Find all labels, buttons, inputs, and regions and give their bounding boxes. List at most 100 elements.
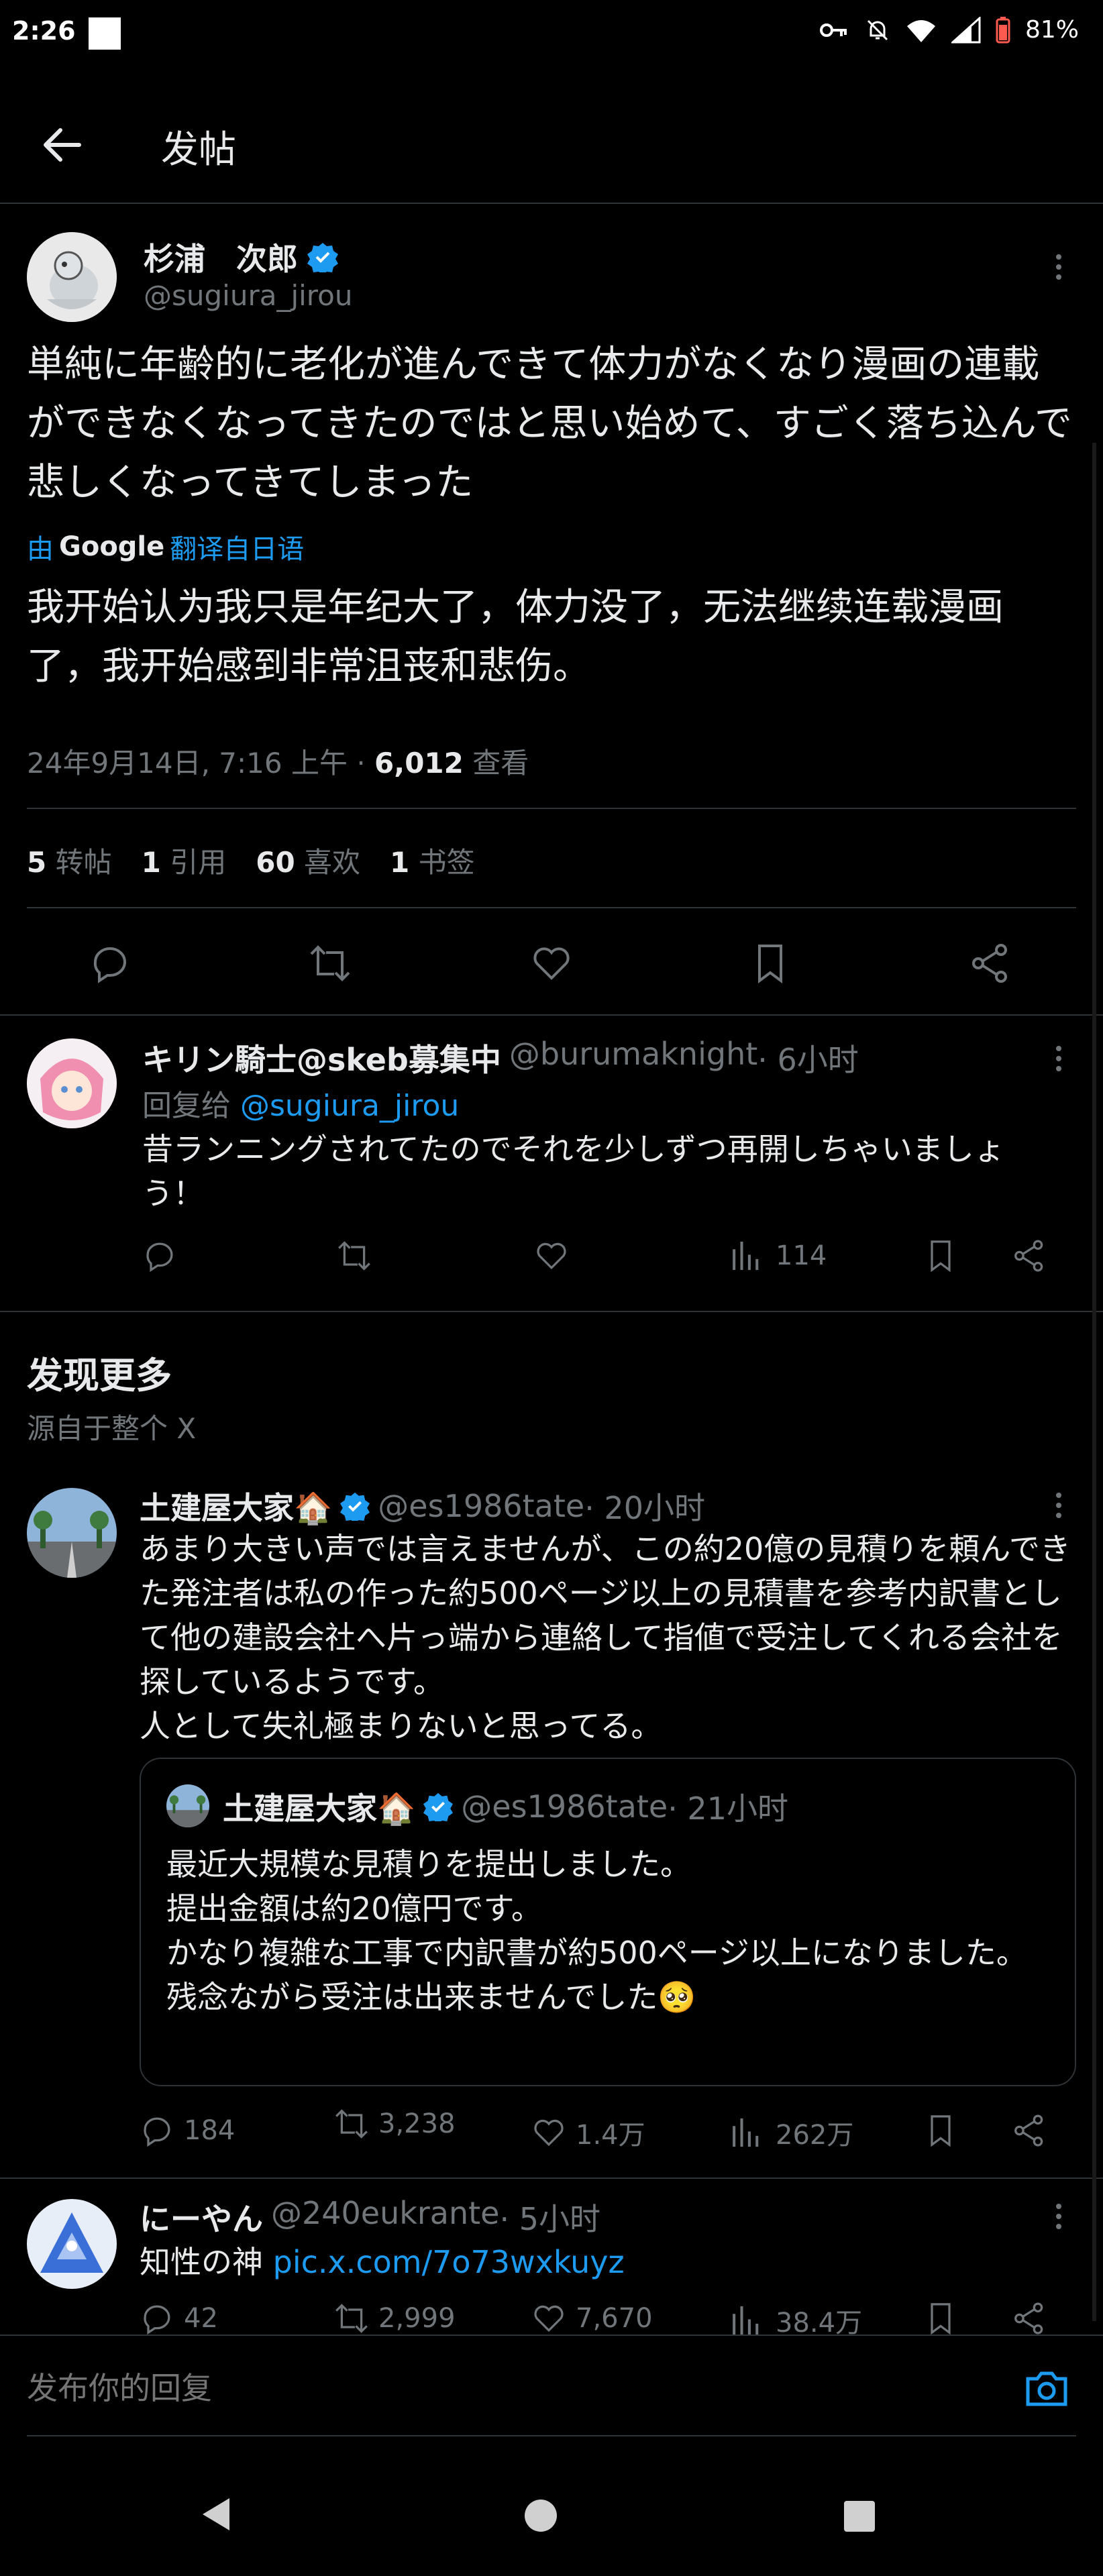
quoted-post-text: 最近大規模な見積りを提出しました。 提出金額は約20億円です。 かなり複雑な工事…: [166, 1846, 1027, 2015]
reply-repost-button[interactable]: [337, 1238, 376, 1277]
feed-post-1-more-options-button[interactable]: [1045, 1488, 1072, 1528]
bookmark-button[interactable]: [749, 942, 792, 985]
author-name-row[interactable]: 杉浦 次郎: [144, 235, 338, 279]
reply-views-button[interactable]: 114: [729, 1238, 827, 1273]
status-bar: 2:26 81%: [0, 0, 1103, 67]
feed-post-1-reply-button[interactable]: 184: [140, 2113, 235, 2148]
reply-avatar-illustration: [27, 1038, 117, 1128]
feed-post-2-author-handle[interactable]: @240eukrante: [271, 2195, 500, 2239]
quotes-label: 引用: [170, 846, 227, 879]
reposts-stat[interactable]: 5 转帖: [27, 840, 112, 881]
post-text-translated: 我开始认为我只是年纪大了，体力没了，无法继续连载漫画了，我开始感到非常沮丧和悲伤…: [27, 586, 1004, 688]
more-options-button[interactable]: [1045, 250, 1072, 290]
share-icon: [972, 944, 1007, 983]
verified-badge-icon: [423, 1792, 454, 1821]
camera-button[interactable]: [1024, 2368, 1069, 2411]
signal-icon: [951, 16, 981, 43]
battery-percent: 81%: [1025, 16, 1079, 44]
feed-post-2-avatar[interactable]: [27, 2199, 117, 2289]
repost-button[interactable]: [309, 942, 352, 985]
reply-input[interactable]: [27, 2364, 1006, 2412]
author-name[interactable]: 杉浦 次郎: [144, 235, 298, 279]
reply-header: キリン騎士@skeb募集中 @burumaknight · 6小时: [142, 1036, 859, 1080]
feed-post-2-like-button[interactable]: 7,670: [531, 2301, 653, 2336]
bookmarks-stat[interactable]: 1 书签: [390, 840, 475, 881]
analytics-icon: [733, 2306, 759, 2335]
heart-icon: [534, 2305, 564, 2332]
reply-more-options-button[interactable]: [1045, 1041, 1072, 1081]
likes-count: 60: [256, 846, 295, 879]
reposts-label: 转帖: [55, 846, 112, 879]
feed-post-2-share-button[interactable]: [1012, 2301, 1047, 2339]
feed-post-2-repost-button[interactable]: 2,999: [334, 2301, 456, 2336]
feed-post-1-bookmark-button[interactable]: [923, 2113, 958, 2151]
feed-post-2-replies-count: 42: [184, 2303, 218, 2334]
reply-button[interactable]: [89, 942, 132, 985]
reply-reply-button[interactable]: [142, 1238, 181, 1277]
feed-post-2-avatar-image: [27, 2199, 117, 2289]
share-button[interactable]: [969, 942, 1012, 985]
discover-title: 发现更多: [27, 1354, 172, 1397]
quotes-stat[interactable]: 1 引用: [142, 840, 227, 881]
repost-icon: [335, 2109, 368, 2139]
feed-post-2-more-options-button[interactable]: [1045, 2199, 1072, 2239]
verified-badge-icon: [307, 243, 338, 272]
reply-to-handle[interactable]: @sugiura_jirou: [240, 1089, 459, 1123]
reply-compose-bar: [0, 2334, 1103, 2442]
translation-attribution[interactable]: 由 Google 翻译自日语: [27, 527, 304, 566]
author-handle[interactable]: @sugiura_jirou: [144, 279, 352, 312]
status-time: 2:26: [12, 16, 76, 46]
nav-recents-icon: [844, 2501, 875, 2532]
notification-icon: [89, 17, 121, 50]
views-label: 查看: [463, 747, 529, 780]
reply-author-name[interactable]: キリン騎士@skeb募集中: [142, 1036, 501, 1080]
feed-post-1-reposts-count: 3,238: [378, 2108, 456, 2139]
repost-icon: [310, 945, 350, 981]
reply-avatar[interactable]: [27, 1038, 117, 1128]
post-timestamp[interactable]: 24年9月14日, 7:16 上午 ·: [27, 747, 374, 780]
feed-post-2-author-name[interactable]: にーやん: [140, 2195, 263, 2239]
feed-post-2-bookmark-button[interactable]: [923, 2301, 958, 2339]
page-title: 发帖: [161, 128, 236, 172]
post-stats: 5 转帖 1 引用 60 喜欢 1 书签: [27, 840, 475, 881]
likes-stat[interactable]: 60 喜欢: [256, 840, 360, 881]
reply-like-button[interactable]: [534, 1238, 573, 1277]
feed-post-2-header: にーやん @240eukrante · 5小时: [140, 2195, 600, 2239]
heart-icon: [534, 2119, 564, 2147]
feed-post-1-text: あまり大きい声では言えませんが、この約20億の見積りを頼んできた発注者は私の作っ…: [140, 1531, 1071, 1744]
feed-post-1-time: · 20小时: [584, 1490, 705, 1526]
quoted-post-author-handle: @es1986tate: [461, 1788, 668, 1825]
feed-post-1-author-name[interactable]: 土建屋大家🏠: [140, 1484, 332, 1528]
wifi-icon: [906, 19, 935, 42]
nav-back-button[interactable]: [199, 2496, 232, 2536]
reply-author-handle[interactable]: @burumaknight: [509, 1036, 757, 1080]
feed-post-1-like-button[interactable]: 1.4万: [531, 2113, 645, 2152]
feed-post-2-reposts-count: 2,999: [378, 2303, 456, 2334]
nav-recents-button[interactable]: [843, 2500, 876, 2536]
feed-post-1-views-count: 262万: [776, 2120, 854, 2151]
bookmark-icon: [931, 2303, 951, 2335]
feed-post-1-repost-button[interactable]: 3,238: [334, 2106, 456, 2141]
feed-post-1-share-button[interactable]: [1012, 2113, 1047, 2151]
nav-home-button[interactable]: [523, 2498, 558, 2536]
translate-suffix[interactable]: 翻译自日语: [170, 527, 304, 566]
like-button[interactable]: [530, 942, 573, 985]
feed-post-1-author-handle[interactable]: @es1986tate: [378, 1488, 584, 1524]
reply-share-button[interactable]: [1012, 1238, 1047, 1276]
reply-time: · 6小时: [757, 1042, 859, 1078]
feed-post-1-avatar[interactable]: [27, 1488, 117, 1578]
battery-icon: [996, 16, 1010, 43]
scrollbar[interactable]: [1092, 443, 1096, 2321]
avatar[interactable]: [27, 232, 117, 322]
feed-post-2-link[interactable]: pic.x.com/7o73wxkuyz: [273, 2244, 625, 2280]
key-icon: [819, 23, 847, 37]
feed-post-2-text-prefix: 知性の神: [140, 2244, 273, 2280]
feed-post-2-reply-button[interactable]: 42: [140, 2301, 218, 2336]
reply-bookmark-button[interactable]: [923, 1238, 958, 1276]
quoted-post-time: · 21小时: [668, 1790, 788, 1827]
feed-post-1-views-button[interactable]: 262万: [729, 2113, 853, 2152]
back-button[interactable]: [38, 121, 86, 169]
reply-to-prefix: 回复给: [142, 1089, 240, 1123]
post-meta: 24年9月14日, 7:16 上午 · 6,012 查看: [27, 741, 529, 782]
stats-divider-top: [27, 808, 1076, 809]
